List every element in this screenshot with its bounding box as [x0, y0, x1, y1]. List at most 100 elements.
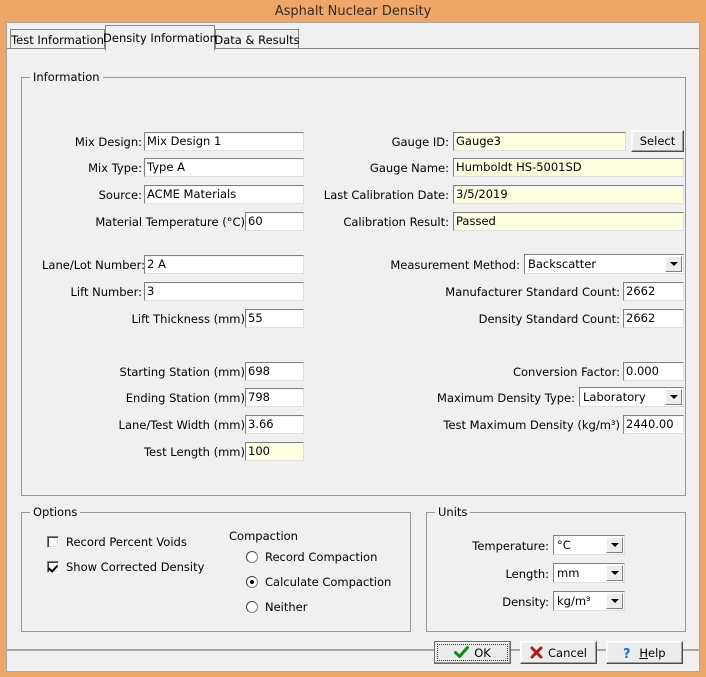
chevron-down-icon[interactable] [606, 565, 623, 581]
input-test-maximum-density[interactable]: 2440.00 [623, 415, 684, 434]
checkbox-record-percent-voids[interactable]: Record Percent Voids [47, 535, 187, 549]
label-maximum-density-type: Maximum Density Type: [302, 391, 575, 405]
input-mix-design[interactable]: Mix Design 1 [144, 132, 304, 151]
label-mix-design: Mix Design: [42, 135, 142, 149]
input-ending-station[interactable]: 798 [245, 388, 304, 407]
ok-button[interactable]: OK [434, 641, 511, 664]
label-starting-station: Starting Station (mm) [42, 365, 245, 379]
label-gauge-name: Gauge Name: [287, 161, 449, 175]
tab-test-information-label: Test Information [11, 33, 104, 47]
label-lane-lot-number: Lane/Lot Number: [42, 258, 142, 272]
title-bar: Asphalt Nuclear Density [0, 0, 706, 22]
density-information-panel: Information Mix Design: Mix Design 1 Mix… [7, 49, 699, 649]
select-temperature-unit-value: °C [557, 538, 571, 552]
input-manufacturer-standard-count[interactable]: 2662 [623, 282, 684, 301]
label-mix-type: Mix Type: [42, 161, 142, 175]
information-group: Information Mix Design: Mix Design 1 Mix… [21, 77, 686, 496]
select-maximum-density-type-value: Laboratory [583, 390, 646, 404]
checkbox-icon[interactable] [47, 536, 59, 548]
svg-text:?: ? [623, 647, 631, 660]
input-lift-number[interactable]: 3 [144, 282, 304, 301]
chevron-down-icon[interactable] [665, 389, 682, 405]
input-last-calibration-date[interactable]: 3/5/2019 [453, 185, 684, 204]
tab-density-information-label: Density Information [103, 31, 217, 45]
options-group-label: Options [30, 506, 80, 518]
input-gauge-id[interactable]: Gauge3 [453, 132, 626, 151]
units-group-label: Units [435, 506, 470, 518]
information-group-label: Information [30, 71, 103, 83]
input-test-length[interactable]: 100 [245, 442, 304, 461]
tab-density-information[interactable]: Density Information [105, 25, 215, 51]
radio-neither[interactable]: Neither [246, 600, 307, 614]
help-button[interactable]: ? Help [606, 641, 683, 664]
input-lane-lot-number[interactable]: 2 A [144, 255, 304, 274]
radio-icon[interactable] [246, 551, 258, 563]
input-conversion-factor[interactable]: 0.000 [623, 362, 684, 381]
compaction-section-label: Compaction [229, 529, 349, 543]
checkbox-record-percent-voids-label: Record Percent Voids [66, 535, 187, 549]
select-maximum-density-type[interactable]: Laboratory [579, 387, 684, 407]
input-lane-test-width[interactable]: 3.66 [245, 415, 304, 434]
select-gauge-button[interactable]: Select [631, 130, 684, 152]
label-test-maximum-density: Test Maximum Density (kg/m³) [302, 418, 620, 432]
select-length-unit[interactable]: mm [553, 563, 625, 583]
label-length-unit: Length: [457, 567, 549, 581]
tab-data-results-label: Data & Results [214, 33, 299, 47]
cancel-button-label: Cancel [548, 646, 587, 660]
input-calibration-result[interactable]: Passed [453, 212, 684, 231]
chevron-down-icon[interactable] [606, 593, 623, 609]
input-mix-type[interactable]: Type A [144, 158, 304, 177]
label-test-length: Test Length (mm) [42, 445, 245, 459]
radio-record-compaction-label: Record Compaction [265, 550, 377, 564]
dialog-client-area: Test Information Density Information Dat… [6, 22, 700, 650]
label-lift-thickness: Lift Thickness (mm) [42, 312, 245, 326]
help-button-mnemonic: H [639, 646, 648, 660]
label-lift-number: Lift Number: [42, 285, 142, 299]
select-length-unit-value: mm [557, 566, 579, 580]
label-source: Source: [42, 188, 142, 202]
application-window: Asphalt Nuclear Density Test Information… [0, 0, 706, 677]
label-calibration-result: Calibration Result: [287, 215, 449, 229]
chevron-down-icon[interactable] [606, 537, 623, 553]
input-source[interactable]: ACME Materials [144, 185, 304, 204]
tab-data-results[interactable]: Data & Results [215, 29, 299, 49]
help-button-rest: elp [648, 646, 666, 660]
label-lane-test-width: Lane/Test Width (mm) [42, 418, 245, 432]
tab-strip: Test Information Density Information Dat… [7, 23, 699, 49]
checkbox-show-corrected-density[interactable]: Show Corrected Density [47, 560, 204, 574]
radio-record-compaction[interactable]: Record Compaction [246, 550, 377, 564]
checkbox-checked-icon[interactable] [47, 561, 59, 573]
select-temperature-unit[interactable]: °C [553, 535, 625, 555]
radio-calculate-compaction-label: Calculate Compaction [265, 575, 391, 589]
label-last-calibration-date: Last Calibration Date: [287, 188, 449, 202]
radio-selected-icon[interactable] [246, 576, 258, 588]
input-gauge-name[interactable]: Humboldt HS-5001SD [453, 158, 684, 177]
chevron-down-icon[interactable] [665, 256, 682, 272]
select-measurement-method[interactable]: Backscatter [524, 254, 684, 274]
label-density-standard-count: Density Standard Count: [302, 312, 620, 326]
input-density-standard-count[interactable]: 2662 [623, 309, 684, 328]
label-conversion-factor: Conversion Factor: [302, 365, 620, 379]
help-button-label: Help [639, 646, 665, 660]
label-manufacturer-standard-count: Manufacturer Standard Count: [302, 285, 620, 299]
select-density-unit-value: kg/m³ [557, 594, 591, 608]
question-mark-icon: ? [623, 646, 634, 660]
select-density-unit[interactable]: kg/m³ [553, 591, 625, 611]
label-ending-station: Ending Station (mm) [42, 391, 245, 405]
input-lift-thickness[interactable]: 55 [245, 309, 304, 328]
focus-ring [437, 644, 508, 661]
select-measurement-method-value: Backscatter [528, 257, 596, 271]
cancel-button[interactable]: Cancel [520, 641, 597, 664]
options-group: Options Record Percent Voids Show Correc… [21, 512, 411, 632]
label-density-unit: Density: [457, 595, 549, 609]
tab-test-information[interactable]: Test Information [10, 29, 105, 49]
label-temperature-unit: Temperature: [457, 539, 549, 553]
label-gauge-id: Gauge ID: [287, 135, 449, 149]
radio-calculate-compaction[interactable]: Calculate Compaction [246, 575, 391, 589]
select-gauge-button-label: Select [640, 134, 675, 148]
x-icon [530, 646, 543, 659]
radio-neither-label: Neither [265, 600, 307, 614]
checkbox-show-corrected-density-label: Show Corrected Density [66, 560, 204, 574]
radio-icon[interactable] [246, 601, 258, 613]
input-starting-station[interactable]: 698 [245, 362, 304, 381]
